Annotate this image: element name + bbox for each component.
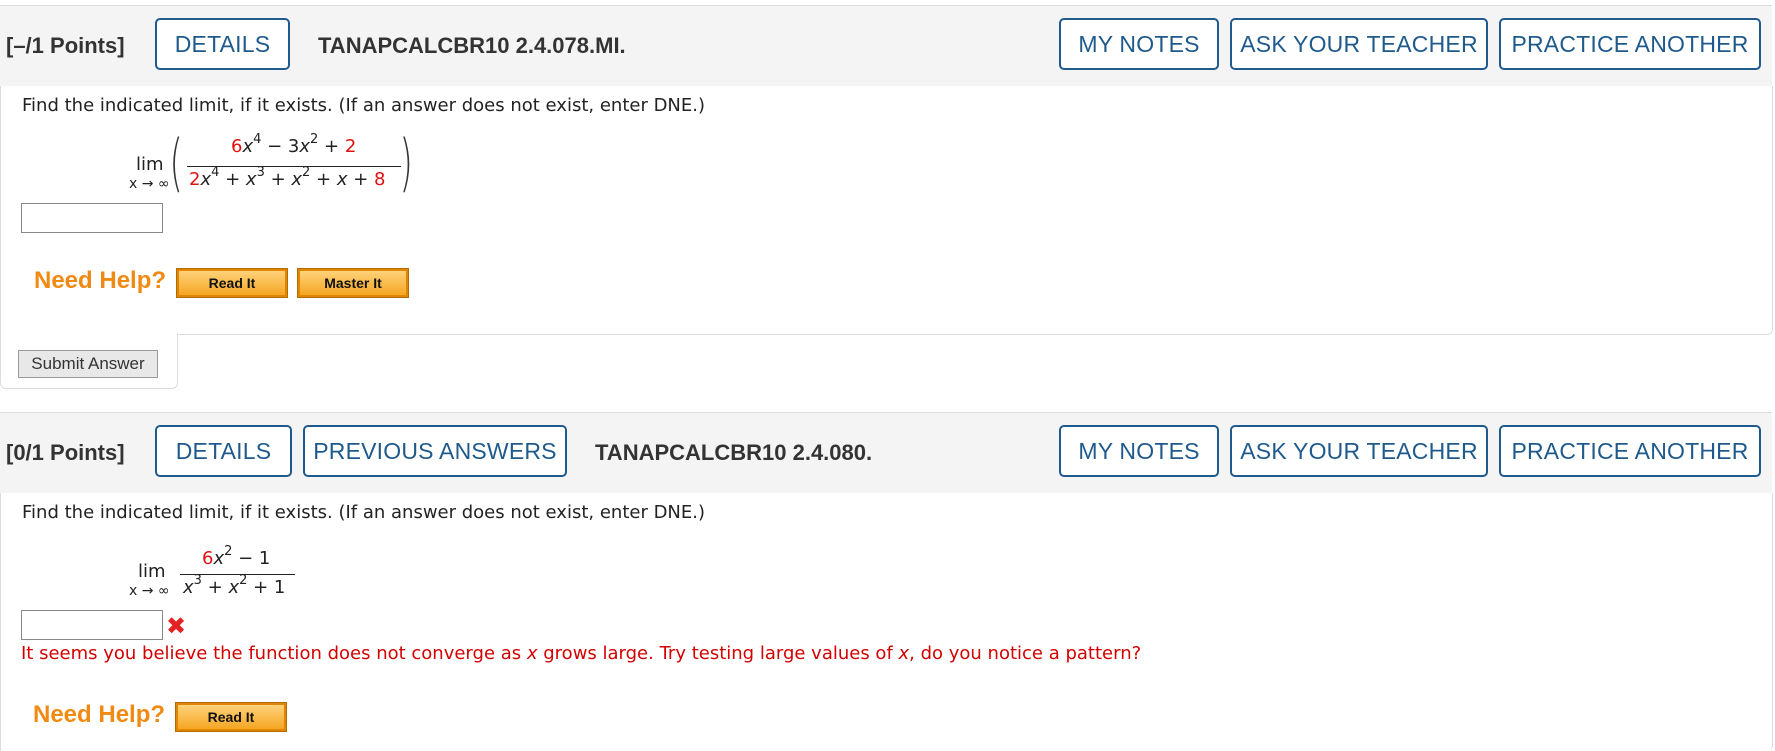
my-notes-button[interactable]: MY NOTES: [1059, 425, 1219, 477]
question-id: TANAPCALCBR10 2.4.078.MI.: [318, 33, 626, 58]
question-1-body: Find the indicated limit, if it exists. …: [0, 86, 1773, 335]
details-button[interactable]: DETAILS: [155, 18, 290, 70]
need-help-label: Need Help?: [33, 701, 166, 728]
read-it-button[interactable]: Read It: [176, 268, 288, 298]
question-1-header: [–/1 Points] DETAILS TANAPCALCBR10 2.4.0…: [0, 5, 1772, 87]
my-notes-button[interactable]: MY NOTES: [1059, 18, 1219, 70]
master-it-button[interactable]: Master It: [297, 268, 409, 298]
points-label: [–/1 Points]: [6, 33, 125, 58]
limit-subscript: x → ∞: [129, 176, 170, 192]
feedback-message: It seems you believe the function does n…: [21, 643, 1142, 664]
numerator: 6x4 − 3x2 + 2: [231, 132, 357, 157]
submit-answer-button[interactable]: Submit Answer: [18, 350, 158, 378]
practice-another-button[interactable]: PRACTICE ANOTHER: [1499, 18, 1761, 70]
ask-your-teacher-button[interactable]: ASK YOUR TEACHER: [1230, 425, 1488, 477]
ask-your-teacher-button[interactable]: ASK YOUR TEACHER: [1230, 18, 1488, 70]
question-prompt: Find the indicated limit, if it exists. …: [22, 95, 706, 116]
limit-subscript: x → ∞: [129, 583, 170, 599]
numerator: 6x2 − 1: [202, 544, 271, 569]
limit-operator: lim: [136, 154, 164, 175]
limit-operator: lim: [138, 561, 166, 582]
practice-another-button[interactable]: PRACTICE ANOTHER: [1499, 425, 1761, 477]
details-button[interactable]: DETAILS: [155, 425, 292, 477]
denominator: 2x4 + x3 + x2 + x + 8: [189, 165, 386, 190]
denominator: x3 + x2 + 1: [183, 573, 286, 598]
question-2-header: [0/1 Points] DETAILS PREVIOUS ANSWERS TA…: [0, 412, 1772, 494]
question-id: TANAPCALCBR10 2.4.080.: [595, 440, 873, 465]
points-label: [0/1 Points]: [6, 440, 125, 465]
need-help-label: Need Help?: [34, 267, 167, 294]
question-prompt: Find the indicated limit, if it exists. …: [22, 502, 706, 523]
close-x-icon: ✖: [166, 612, 187, 640]
answer-input[interactable]: [21, 610, 163, 640]
answer-input[interactable]: [21, 203, 163, 233]
read-it-button[interactable]: Read It: [175, 702, 287, 732]
left-parenthesis: (: [169, 126, 183, 199]
previous-answers-button[interactable]: PREVIOUS ANSWERS: [303, 425, 567, 477]
right-parenthesis: ): [399, 126, 413, 199]
